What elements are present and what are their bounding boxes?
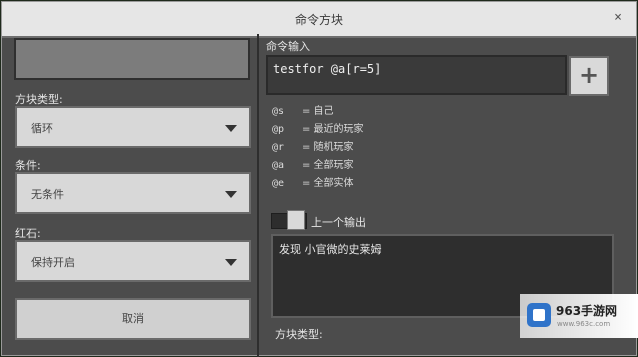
legend-item: @r = 随机玩家 xyxy=(272,142,354,153)
redstone-label: 红石: xyxy=(15,227,41,240)
block-name-input[interactable] xyxy=(14,38,250,80)
legend-item: @s = 自己 xyxy=(272,106,334,117)
watermark-title: 963手游网 xyxy=(556,304,618,318)
dialog-title: 命令方块 xyxy=(294,13,343,27)
condition-dropdown[interactable]: 无条件 xyxy=(15,172,251,214)
legend-item: @e = 全部实体 xyxy=(272,178,354,189)
site-logo-icon xyxy=(527,303,551,327)
title-bar: 命令方块 × xyxy=(2,2,636,38)
command-input[interactable]: testfor @a[r=5] xyxy=(266,55,567,95)
plus-icon[interactable]: + xyxy=(569,56,609,96)
block-type-label: 方块类型: xyxy=(15,93,63,106)
command-input-label: 命令输入 xyxy=(266,40,310,53)
cancel-button[interactable]: 取消 xyxy=(15,298,251,340)
condition-label: 条件: xyxy=(15,159,41,172)
legend-item: @p = 最近的玩家 xyxy=(272,124,364,135)
chevron-down-icon xyxy=(225,125,237,132)
block-type-dropdown[interactable]: 循环 xyxy=(15,106,251,148)
selector-legend: @s = 自己 @p = 最近的玩家 @r = 随机玩家 @a = 全部玩家 @e = 全… xyxy=(272,104,364,194)
chevron-down-icon xyxy=(225,191,237,198)
previous-output-label: 上一个输出 xyxy=(311,216,366,229)
chevron-down-icon xyxy=(225,259,237,266)
redstone-dropdown[interactable]: 保持开启 xyxy=(15,240,251,282)
block-type-value: 循环 xyxy=(31,122,53,135)
close-icon[interactable]: × xyxy=(614,10,622,25)
condition-value: 无条件 xyxy=(31,188,64,201)
previous-output-toggle[interactable] xyxy=(271,210,307,230)
legend-item: @a = 全部玩家 xyxy=(272,160,354,171)
redstone-value: 保持开启 xyxy=(31,256,75,269)
watermark-url: www.963c.com xyxy=(557,320,611,328)
toggle-knob xyxy=(287,210,305,230)
panel-divider xyxy=(257,34,259,357)
bottom-block-type-label: 方块类型: xyxy=(275,328,323,341)
